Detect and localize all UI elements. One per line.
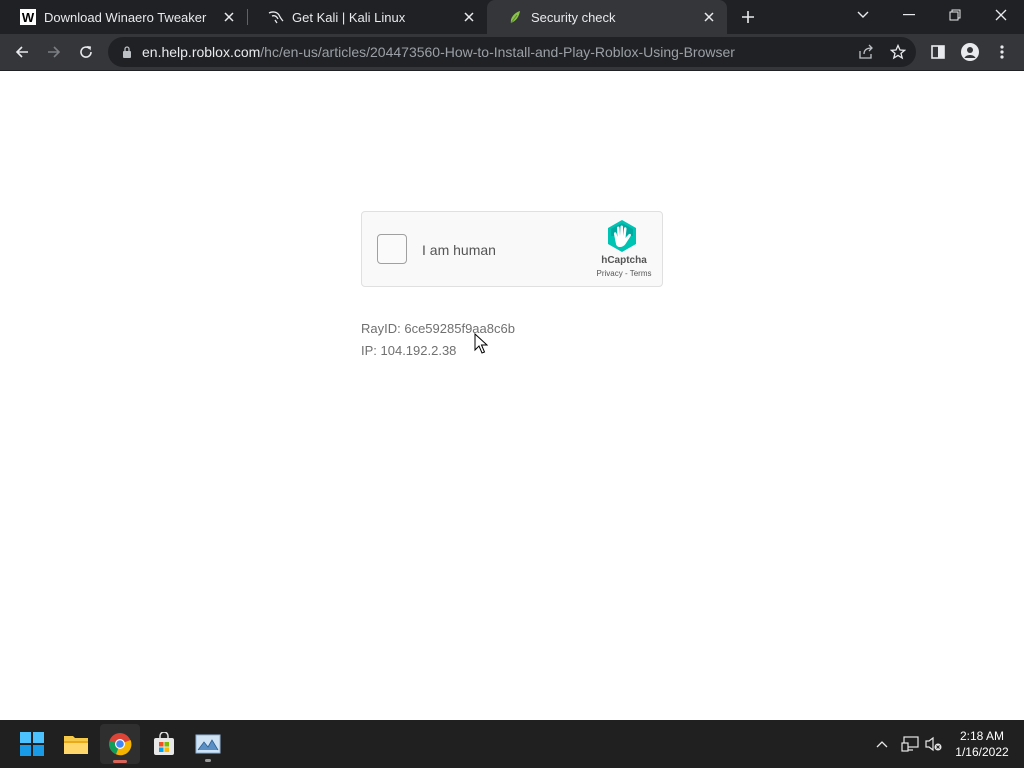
windows-start-icon[interactable] [12, 724, 52, 764]
browser-tab-strip: W Download Winaero Tweaker Get Kali | Ka… [0, 0, 1024, 34]
hcaptcha-brand-text: hCaptcha [601, 255, 647, 266]
ray-id-text: RayID: 6ce59285f9aa8c6b [361, 321, 515, 336]
lock-icon[interactable] [120, 45, 134, 59]
close-tab-icon[interactable] [457, 5, 481, 29]
svg-text:W: W [22, 10, 35, 25]
tab-winaero[interactable]: W Download Winaero Tweaker [0, 0, 247, 34]
tab-title: Get Kali | Kali Linux [292, 9, 406, 25]
privacy-link[interactable]: Privacy [597, 269, 623, 278]
running-app-indicator [205, 759, 211, 762]
clock-date: 1/16/2022 [955, 745, 1009, 759]
side-panel-icon[interactable] [924, 38, 952, 66]
photo-viewer-icon[interactable] [188, 724, 228, 764]
tab-security-check[interactable]: Security check [487, 0, 727, 34]
microsoft-store-icon[interactable] [144, 724, 184, 764]
tab-title: Security check [531, 9, 616, 25]
kali-dragon-icon [268, 9, 284, 25]
active-app-indicator [113, 760, 127, 763]
volume-muted-icon[interactable] [922, 732, 946, 756]
hcaptcha-widget: I am human hCaptcha Privacy - Terms [361, 211, 663, 287]
tab-kali[interactable]: Get Kali | Kali Linux [248, 0, 487, 34]
checkbox-label[interactable]: I am human [422, 242, 496, 258]
link-separator: - [622, 269, 630, 278]
chrome-icon[interactable] [100, 724, 140, 764]
tab-search-chevron-icon[interactable] [840, 0, 886, 30]
close-tab-icon[interactable] [697, 5, 721, 29]
url-host: en.help.roblox.com [142, 44, 261, 60]
ip-address-text: IP: 104.192.2.38 [361, 343, 457, 358]
bookmark-star-icon[interactable] [884, 38, 912, 66]
browser-toolbar: en.help.roblox.com/hc/en-us/articles/204… [0, 34, 1024, 71]
restore-icon[interactable] [932, 0, 978, 30]
back-arrow-icon[interactable] [8, 38, 36, 66]
mouse-cursor-icon [474, 332, 489, 359]
windows-taskbar: 2:18 AM 1/16/2022 [0, 720, 1024, 768]
new-tab-plus-icon[interactable] [736, 5, 760, 29]
url-path: /hc/en-us/articles/204473560-How-to-Inst… [260, 44, 735, 60]
kebab-menu-icon[interactable] [988, 38, 1016, 66]
profile-avatar-icon[interactable] [956, 38, 984, 66]
captcha-links: Privacy - Terms [588, 269, 660, 278]
reload-icon[interactable] [72, 38, 100, 66]
show-hidden-icons-chevron-icon[interactable] [870, 732, 894, 756]
share-icon[interactable] [852, 38, 880, 66]
close-tab-icon[interactable] [217, 5, 241, 29]
minimize-icon[interactable] [886, 0, 932, 30]
close-window-icon[interactable] [978, 0, 1024, 30]
clock-time: 2:18 AM [959, 729, 1005, 743]
url-text: en.help.roblox.com/hc/en-us/articles/204… [142, 44, 842, 60]
winaero-w-icon: W [20, 9, 36, 25]
network-icon[interactable] [898, 732, 922, 756]
address-bar[interactable]: en.help.roblox.com/hc/en-us/articles/204… [108, 37, 916, 67]
forward-arrow-icon[interactable] [40, 38, 68, 66]
human-checkbox[interactable] [377, 234, 407, 264]
terms-link[interactable]: Terms [630, 269, 652, 278]
hcaptcha-logo-icon[interactable] [605, 219, 639, 253]
leaf-icon [507, 9, 523, 25]
tab-title: Download Winaero Tweaker [44, 9, 207, 25]
file-explorer-icon[interactable] [56, 724, 96, 764]
system-clock[interactable]: 2:18 AM 1/16/2022 [946, 728, 1018, 760]
